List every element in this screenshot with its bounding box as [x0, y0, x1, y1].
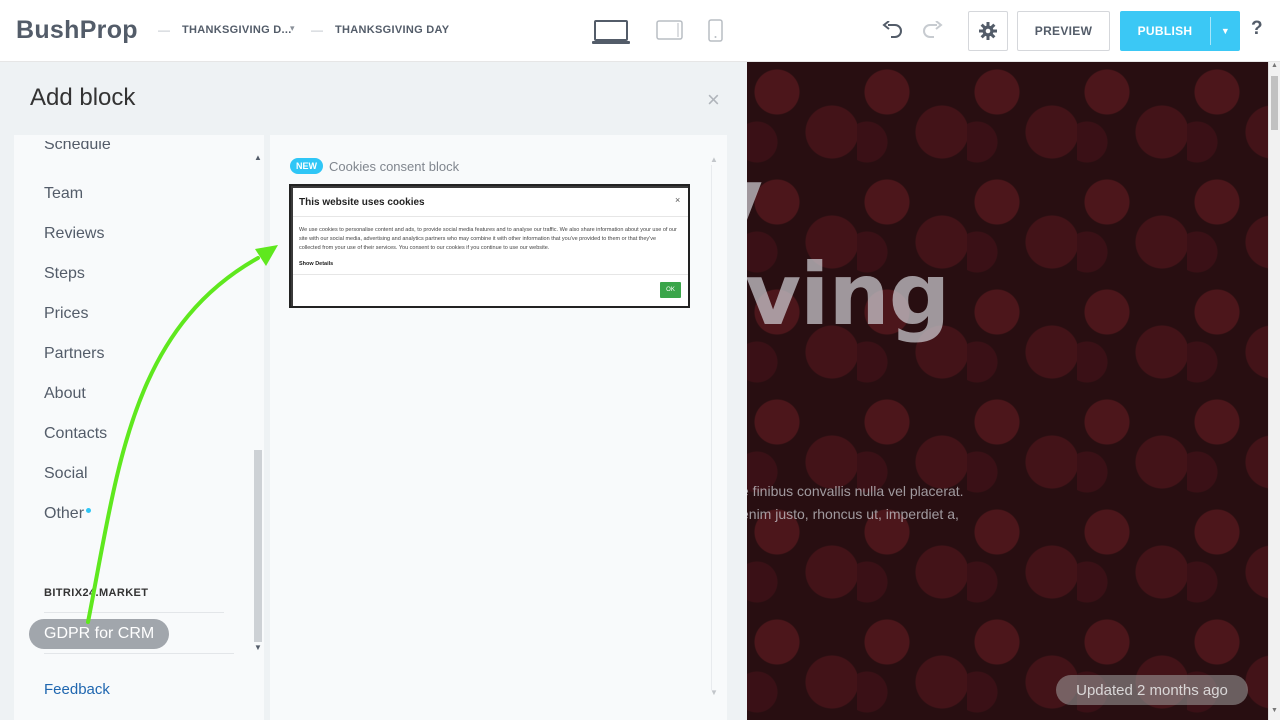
hero-paragraph: e finibus convallis nulla vel placerat. …	[747, 480, 964, 526]
category-item-label: Other	[44, 505, 85, 522]
divider	[44, 612, 224, 613]
close-icon[interactable]: ×	[707, 89, 720, 111]
gear-icon	[979, 22, 997, 40]
feedback-link[interactable]: Feedback	[44, 681, 110, 698]
breadcrumb-page[interactable]: THANKSGIVING DAY	[335, 24, 449, 36]
panel-title: Add block	[30, 84, 136, 111]
updated-status-badge: Updated 2 months ago	[1056, 675, 1248, 705]
page-scrollbar-thumb[interactable]	[1271, 76, 1278, 130]
block-list: NEW Cookies consent block This website u…	[270, 135, 727, 720]
tablet-icon[interactable]	[656, 20, 684, 42]
cookie-dialog-preview: This website uses cookies × We use cooki…	[293, 188, 688, 306]
site-preview: y ving e finibus convallis nulla vel pla…	[747, 62, 1268, 720]
hero-title-line1: y	[747, 150, 763, 250]
category-item-gdpr-for-crm[interactable]: GDPR for CRM	[29, 619, 170, 649]
add-block-panel: Add block × Schedule Team Reviews Steps …	[0, 62, 747, 720]
scroll-up-icon[interactable]: ▲	[254, 153, 262, 162]
top-bar: BushProp — THANKSGIVING D... ▾ — THANKSG…	[0, 0, 1280, 62]
category-item-other[interactable]: Other	[44, 505, 92, 523]
settings-button[interactable]	[968, 11, 1008, 51]
market-section-title: BITRIX24.MARKET	[44, 587, 149, 599]
new-badge: NEW	[290, 158, 323, 174]
preview-button[interactable]: PREVIEW	[1017, 11, 1110, 51]
page-scrollbar[interactable]: ▲ ▼	[1268, 62, 1280, 720]
category-item-steps[interactable]: Steps	[44, 265, 85, 283]
hero-title-line2: ving	[747, 245, 950, 345]
breadcrumb-site[interactable]: THANKSGIVING D...	[182, 24, 292, 36]
category-item-team[interactable]: Team	[44, 185, 83, 203]
divider	[293, 216, 688, 217]
category-item-reviews[interactable]: Reviews	[44, 225, 104, 243]
scroll-up-icon[interactable]: ▲	[710, 155, 718, 164]
close-icon: ×	[675, 195, 681, 205]
scroll-down-icon[interactable]: ▼	[710, 688, 718, 697]
divider	[44, 653, 234, 654]
hero-paragraph-line: e finibus convallis nulla vel placerat.	[747, 483, 964, 499]
dialog-title: This website uses cookies	[299, 197, 425, 208]
block-name[interactable]: Cookies consent block	[329, 159, 459, 174]
category-list: Schedule Team Reviews Steps Prices Partn…	[14, 135, 264, 720]
scroll-up-icon[interactable]: ▲	[1271, 62, 1278, 69]
block-preview-card[interactable]: This website uses cookies × We use cooki…	[289, 184, 690, 308]
dialog-details-link: Show Details	[299, 261, 334, 267]
help-button[interactable]: ?	[1251, 18, 1263, 40]
category-scrollbar[interactable]	[254, 450, 262, 642]
breadcrumb-separator: —	[311, 23, 323, 37]
hero-paragraph-line: enim justo, rhoncus ut, imperdiet a,	[747, 506, 959, 522]
mobile-icon[interactable]	[708, 19, 724, 43]
publish-label[interactable]: PUBLISH	[1120, 11, 1210, 51]
category-item-social[interactable]: Social	[44, 465, 88, 483]
chevron-down-icon[interactable]: ▾	[290, 23, 295, 34]
desktop-icon[interactable]	[592, 19, 632, 45]
divider	[293, 274, 688, 275]
category-item-schedule[interactable]: Schedule	[44, 141, 111, 155]
redo-icon[interactable]	[921, 21, 943, 39]
category-item-contacts[interactable]: Contacts	[44, 425, 107, 443]
breadcrumb-separator: —	[158, 23, 170, 37]
new-indicator-dot	[86, 508, 92, 513]
preview-overlay	[747, 62, 1268, 720]
undo-icon[interactable]	[882, 21, 904, 39]
category-item-about[interactable]: About	[44, 385, 86, 403]
scroll-down-icon[interactable]: ▼	[1271, 707, 1278, 714]
chevron-down-icon[interactable]: ▼	[1211, 11, 1240, 51]
category-item-prices[interactable]: Prices	[44, 305, 88, 323]
category-item-partners[interactable]: Partners	[44, 345, 104, 363]
scroll-down-icon[interactable]: ▼	[254, 643, 262, 652]
dialog-ok-button: OK	[660, 282, 681, 298]
dialog-text: We use cookies to personalise content an…	[299, 227, 677, 251]
block-scrollbar[interactable]	[711, 165, 719, 690]
publish-button[interactable]: PUBLISH ▼	[1120, 11, 1240, 51]
app-logo[interactable]: BushProp	[16, 16, 138, 45]
